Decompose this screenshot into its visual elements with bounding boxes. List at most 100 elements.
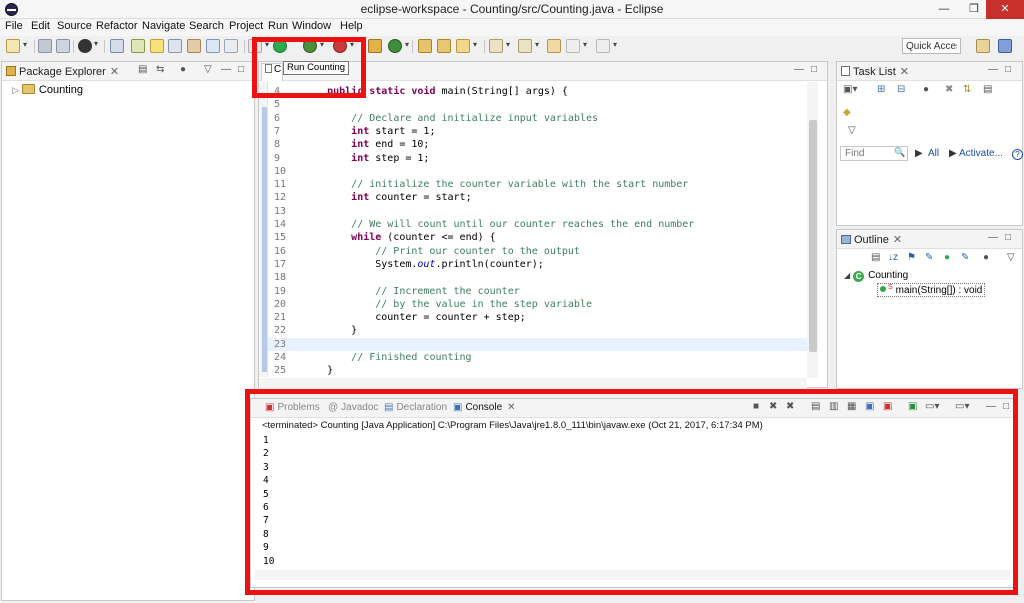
- code-line[interactable]: 18: [268, 271, 815, 284]
- task-list-title[interactable]: Task List ✕: [841, 65, 909, 78]
- show-stderr-icon[interactable]: ▣: [883, 401, 892, 412]
- hide-fields-icon[interactable]: ⚑: [907, 252, 916, 263]
- external-tools-icon[interactable]: [333, 39, 354, 53]
- show-whitespace-icon[interactable]: [206, 39, 220, 53]
- clear-console-icon[interactable]: ▤: [811, 401, 820, 412]
- code-line[interactable]: 21 counter = counter + step;: [268, 311, 815, 324]
- all-link[interactable]: All: [928, 148, 939, 159]
- console-minimize-icon[interactable]: —: [986, 401, 996, 412]
- toggle-breadcrumb-icon[interactable]: [110, 39, 124, 53]
- new-java-project-icon[interactable]: [368, 39, 382, 53]
- mark-occurrences-icon[interactable]: [131, 39, 145, 53]
- hide-completed-icon[interactable]: ✖: [945, 84, 953, 95]
- outline-title[interactable]: Outline ✕: [841, 233, 902, 246]
- open-console-icon[interactable]: ▭▾: [955, 401, 969, 412]
- connect-mylyn-icon[interactable]: ◆: [843, 107, 851, 118]
- display-console-icon[interactable]: ▭▾: [925, 401, 939, 412]
- code-line[interactable]: 8 int end = 10;: [268, 138, 815, 151]
- menu-edit[interactable]: Edit: [31, 20, 50, 32]
- scroll-lock-icon[interactable]: ▥: [829, 401, 838, 412]
- coverage-icon[interactable]: [303, 39, 324, 53]
- code-line[interactable]: 20 // by the value in the step variable: [268, 298, 815, 311]
- activate-arrow-icon[interactable]: ▶: [949, 148, 957, 159]
- minimize-button[interactable]: —: [929, 0, 959, 19]
- code-line[interactable]: 16 // Print our counter to the output: [268, 245, 815, 258]
- tasks-next-arrow-icon[interactable]: ▶: [915, 148, 923, 159]
- menu-file[interactable]: File: [5, 20, 23, 32]
- minimize-view-icon[interactable]: —: [221, 64, 231, 75]
- run-dropdown-icon[interactable]: [287, 39, 307, 53]
- outline-method-item[interactable]: Smain(String[]) : void: [877, 283, 986, 297]
- back-icon[interactable]: [566, 39, 587, 53]
- code-line[interactable]: 14 // We will count until our counter re…: [268, 218, 815, 231]
- outline-maximize-icon[interactable]: □: [1005, 232, 1011, 243]
- highlight-icon[interactable]: [150, 39, 164, 53]
- debug-menu-icon[interactable]: [78, 39, 98, 53]
- sort-icon[interactable]: ↓z: [888, 252, 898, 263]
- maximize-view-icon[interactable]: □: [238, 64, 244, 75]
- package-explorer-title[interactable]: Package Explorer ✕: [6, 65, 119, 78]
- tab-declaration[interactable]: ▤ Declaration: [384, 402, 447, 413]
- task-list-maximize-icon[interactable]: □: [1005, 64, 1011, 75]
- tree-item-project[interactable]: ▷ Counting: [12, 84, 83, 96]
- activate-link[interactable]: Activate...: [959, 148, 1003, 159]
- code-line[interactable]: 9 int step = 1;: [268, 152, 815, 165]
- menu-window[interactable]: Window: [292, 20, 331, 32]
- task-list-minimize-icon[interactable]: —: [988, 64, 998, 75]
- block-selection-icon[interactable]: [187, 39, 201, 53]
- new-task-icon[interactable]: ▣▾: [843, 84, 857, 95]
- scheduled-icon[interactable]: ⊟: [897, 84, 905, 95]
- menu-run[interactable]: Run: [268, 20, 288, 32]
- hide-static-icon[interactable]: ✎: [925, 252, 933, 263]
- save-all-icon[interactable]: [56, 39, 70, 53]
- menu-search[interactable]: Search: [189, 20, 224, 32]
- code-line[interactable]: 5: [268, 98, 815, 111]
- hide-nonpublic-icon[interactable]: ●: [944, 252, 950, 263]
- close-console-icon[interactable]: ✕: [507, 402, 515, 413]
- word-wrap-console-icon[interactable]: ▦: [847, 401, 856, 412]
- code-line[interactable]: 6 // Declare and initialize input variab…: [268, 112, 815, 125]
- console-horizontal-scrollbar[interactable]: [255, 570, 1010, 580]
- show-stdout-icon[interactable]: ▣: [865, 401, 874, 412]
- view-menu-icon[interactable]: ▽: [204, 64, 212, 75]
- close-button[interactable]: ✕: [986, 0, 1024, 19]
- focus-task-icon[interactable]: ●: [180, 64, 186, 75]
- pin-editor-icon[interactable]: [224, 39, 238, 53]
- collapse-arrow-icon[interactable]: ◢: [844, 271, 850, 280]
- outline-view-menu-icon[interactable]: ▽: [1007, 252, 1015, 263]
- code-line[interactable]: 17 System.out.println(counter);: [268, 258, 815, 271]
- maximize-button[interactable]: ❐: [959, 0, 989, 19]
- skip-breakpoints-icon[interactable]: [248, 39, 269, 53]
- menu-project[interactable]: Project: [229, 20, 263, 32]
- code-line[interactable]: 7 int start = 1;: [268, 125, 815, 138]
- close-outline-icon[interactable]: ✕: [893, 234, 902, 246]
- open-task-icon[interactable]: [437, 39, 451, 53]
- expand-arrow-icon[interactable]: ▷: [12, 85, 19, 95]
- close-view-icon[interactable]: ✕: [110, 66, 119, 78]
- forward-icon[interactable]: [596, 39, 617, 53]
- remove-launch-icon[interactable]: ✖: [769, 401, 777, 412]
- outline-class-item[interactable]: ◢ C Counting: [844, 270, 908, 282]
- link-editor-icon[interactable]: ⇆: [156, 64, 164, 75]
- code-line[interactable]: 25 }: [268, 364, 815, 377]
- editor-horizontal-scrollbar[interactable]: [259, 378, 807, 388]
- code-line[interactable]: 10: [268, 165, 815, 178]
- code-line[interactable]: 12 int counter = start;: [268, 191, 815, 204]
- menu-help[interactable]: Help: [340, 20, 363, 32]
- open-type-icon[interactable]: [418, 39, 432, 53]
- run-icon[interactable]: [273, 39, 287, 53]
- outline-minimize-icon[interactable]: —: [988, 232, 998, 243]
- editor-maximize-icon[interactable]: □: [811, 64, 817, 75]
- editor-scroll-thumb[interactable]: [809, 120, 817, 352]
- code-line[interactable]: 15 while (counter <= end) {: [268, 231, 815, 244]
- focus-workweek-icon[interactable]: ●: [923, 84, 929, 95]
- java-perspective-icon[interactable]: [998, 39, 1012, 53]
- code-line[interactable]: 24 // Finished counting: [268, 351, 815, 364]
- editor-tab-counting[interactable]: C: [261, 63, 283, 81]
- tab-console[interactable]: ▣ Console ✕: [453, 402, 516, 413]
- collapse-tasks-icon[interactable]: ▤: [983, 84, 992, 95]
- code-line[interactable]: 11 // initialize the counter variable wi…: [268, 178, 815, 191]
- code-line[interactable]: 19 // Increment the counter: [268, 285, 815, 298]
- quick-access-input[interactable]: [902, 38, 961, 54]
- previous-annotation-icon[interactable]: [518, 39, 539, 53]
